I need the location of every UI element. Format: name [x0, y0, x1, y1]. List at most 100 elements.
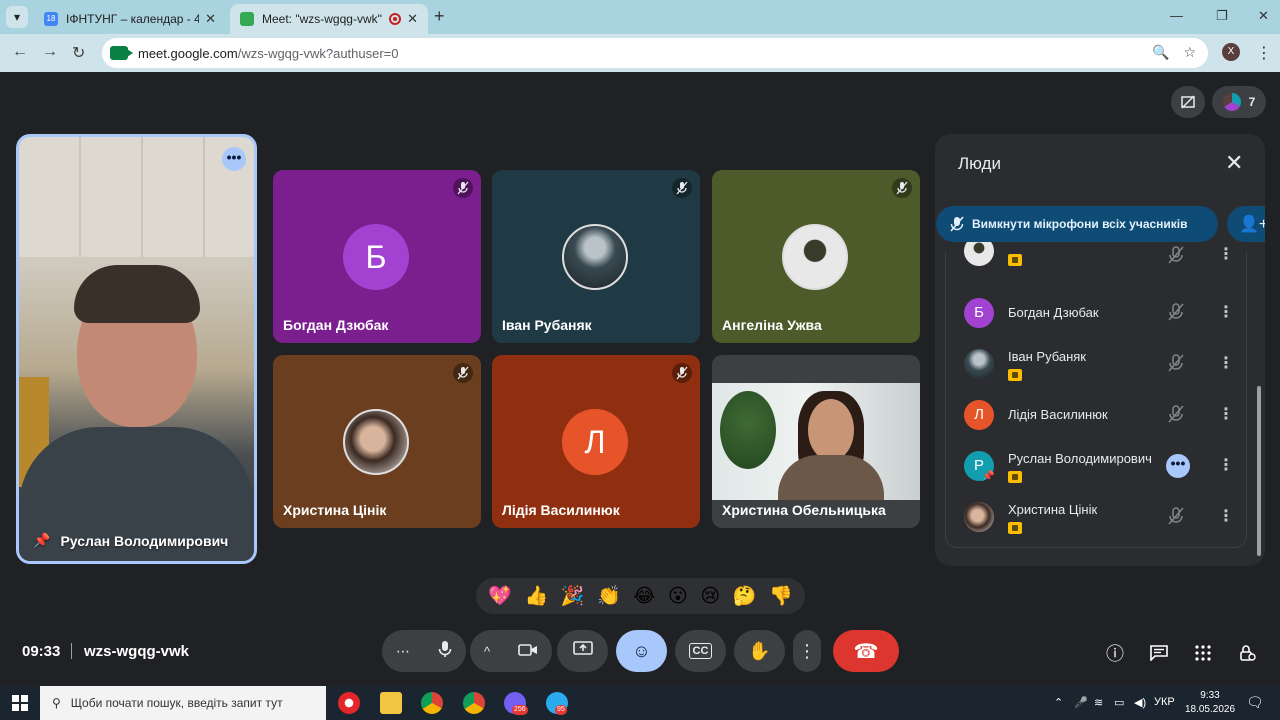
reaction-sparkling-heart[interactable]: 💖 [488, 584, 512, 608]
row-more-icon[interactable]: ⋮ [1218, 353, 1234, 373]
reaction-thinking[interactable]: 🤔 [733, 584, 757, 608]
participant-name: Христина Цінік [283, 502, 387, 518]
tray-clock[interactable]: 9:33 18.05.2026 [1184, 689, 1236, 717]
camera-off-indicator-icon[interactable] [1171, 86, 1205, 118]
notifications-icon[interactable]: 🗨 [1246, 694, 1264, 711]
panel-scrollbar[interactable] [1257, 386, 1261, 556]
opera-icon[interactable] [338, 692, 360, 714]
search-icon: ⚲ [52, 696, 61, 710]
self-view-tile[interactable]: ••• 📌 Руслан Володимирович [16, 134, 257, 564]
host-controls-lock-icon[interactable] [1234, 640, 1260, 666]
activities-grid-icon[interactable] [1190, 640, 1216, 666]
reaction-clapping[interactable]: 👏 [597, 584, 621, 608]
tray-wifi-icon[interactable]: ≋ [1094, 696, 1103, 709]
tab-search-button[interactable]: ▾ [6, 6, 28, 28]
captions-button[interactable]: CC [675, 630, 726, 672]
participant-tile-khrystyna-obelnytska[interactable]: Христина Обельницька [712, 355, 920, 528]
row-more-icon[interactable]: ⋮ [1218, 506, 1234, 526]
meeting-code: wzs-wgqg-vwk [84, 643, 190, 660]
muted-mic-icon [892, 178, 912, 198]
reaction-party-popper[interactable]: 🎉 [561, 584, 585, 608]
close-icon[interactable]: ✕ [1225, 150, 1243, 176]
muted-mic-icon[interactable] [1168, 303, 1184, 326]
file-explorer-icon[interactable] [380, 692, 402, 714]
video-plant [720, 391, 776, 469]
reactions-button[interactable]: ☺ [616, 630, 667, 672]
tray-mic-icon[interactable]: 🎤 [1074, 696, 1088, 709]
address-bar[interactable]: meet.google.com/wzs-wgqg-vwk?authuser=0 … [102, 38, 1208, 68]
windows-start-icon[interactable] [12, 695, 28, 716]
reaction-surprised[interactable]: 😮 [668, 585, 688, 608]
participant-name: Руслан Володимирович [1008, 451, 1152, 466]
meeting-details-icon[interactable]: ⓘ [1102, 640, 1128, 666]
reaction-crying[interactable]: 😢 [700, 585, 720, 608]
row-more-icon[interactable]: ⋮ [1218, 302, 1234, 322]
raise-hand-button[interactable]: ✋ [734, 630, 785, 672]
profile-avatar[interactable]: X [1222, 43, 1240, 61]
self-name-label: Руслан Володимирович [60, 532, 229, 549]
browser-menu-icon[interactable]: ⋮ [1256, 43, 1272, 63]
participants-count-button[interactable]: 7 [1212, 86, 1266, 118]
reaction-thumbs-down[interactable]: 👎 [769, 584, 793, 608]
chat-icon[interactable] [1146, 640, 1172, 666]
present-screen-button[interactable] [557, 630, 608, 672]
chevron-up-icon[interactable]: ^ [484, 644, 490, 659]
row-more-icon[interactable]: ⋮ [1218, 404, 1234, 424]
list-item[interactable]: Р 📌 Руслан Володимирович ••• ⋮ [946, 441, 1248, 491]
leave-call-button[interactable]: ☎ [833, 630, 899, 672]
meeting-clock: 09:33 [22, 643, 61, 660]
avatar-photo [782, 224, 848, 290]
reaction-thumbs-up[interactable]: 👍 [525, 584, 549, 608]
reload-icon[interactable]: ↻ [72, 43, 85, 63]
back-icon[interactable]: ← [12, 43, 28, 61]
audio-settings-icon[interactable]: ⋯ [396, 643, 410, 660]
participant-tile-ivan[interactable]: Іван Рубаняк [492, 170, 700, 343]
camera-icon[interactable] [518, 641, 538, 662]
maximize-icon[interactable]: ❐ [1216, 8, 1228, 24]
participant-options-button[interactable]: ••• [1166, 454, 1190, 478]
tray-chevron-icon[interactable]: ⌃ [1054, 696, 1063, 709]
list-item[interactable]: Христина Цінік ⋮ [946, 492, 1248, 542]
tray-volume-icon[interactable]: ◀) [1134, 696, 1146, 709]
tab-strip: ▾ 18 ІФНТУНГ – календар - 4 дні, п ✕ Mee… [0, 0, 1280, 34]
close-window-icon[interactable]: ✕ [1258, 8, 1269, 24]
list-item[interactable]: Іван Рубаняк ⋮ [946, 339, 1248, 389]
mute-all-label: Вимкнути мікрофони всіх учасників [972, 217, 1188, 231]
participant-tile-khrystyna-tsinik[interactable]: Христина Цінік [273, 355, 481, 528]
close-tab-icon[interactable]: ✕ [407, 11, 418, 27]
smiley-icon: ☺ [632, 640, 651, 661]
bookmark-star-icon[interactable]: ☆ [1183, 44, 1196, 61]
tile-more-options-button[interactable]: ••• [222, 147, 246, 171]
participant-tile-lidiia[interactable]: Л Лідія Василинюк [492, 355, 700, 528]
muted-mic-icon[interactable] [1168, 246, 1184, 269]
list-item[interactable]: Б Богдан Дзюбак ⋮ [946, 288, 1248, 338]
tab-meet[interactable]: Meet: "wzs-wgqg-vwk" ✕ [230, 4, 428, 34]
mute-all-button[interactable]: Вимкнути мікрофони всіх учасників [936, 206, 1218, 242]
minimize-icon[interactable]: — [1170, 8, 1183, 23]
participant-tile-anhelina[interactable]: Ангеліна Ужва [712, 170, 920, 343]
close-tab-icon[interactable]: ✕ [205, 11, 216, 27]
host-badge-icon [1008, 471, 1022, 483]
add-people-button[interactable]: 👤+ [1227, 206, 1265, 242]
more-options-button[interactable]: ⋮ [793, 630, 821, 672]
list-item[interactable]: ⋮ [946, 242, 1248, 272]
tray-date: 18.05.2026 [1184, 704, 1236, 715]
tray-language[interactable]: УКР [1154, 696, 1175, 708]
taskbar-search-box[interactable]: ⚲ Щоби почати пошук, введіть запит тут [40, 686, 326, 720]
row-more-icon[interactable]: ⋮ [1218, 244, 1234, 264]
chrome-icon[interactable] [421, 692, 443, 714]
forward-icon[interactable]: → [42, 43, 58, 61]
list-item[interactable]: Л Лідія Василинюк ⋮ [946, 390, 1248, 440]
microphone-icon[interactable] [438, 640, 452, 663]
tab-calendar[interactable]: 18 ІФНТУНГ – календар - 4 дні, п ✕ [34, 4, 226, 34]
muted-mic-icon[interactable] [1168, 507, 1184, 530]
tray-battery-icon[interactable]: ▭ [1114, 696, 1124, 709]
chrome-profile-icon[interactable] [463, 692, 485, 714]
muted-mic-icon[interactable] [1168, 405, 1184, 428]
participant-tile-bohdan[interactable]: Б Богдан Дзюбак [273, 170, 481, 343]
muted-mic-icon[interactable] [1168, 354, 1184, 377]
row-more-icon[interactable]: ⋮ [1218, 455, 1234, 475]
zoom-icon[interactable]: 🔍 [1152, 44, 1169, 61]
reaction-joy[interactable]: 😂 [633, 585, 655, 608]
new-tab-icon[interactable]: + [434, 6, 445, 27]
